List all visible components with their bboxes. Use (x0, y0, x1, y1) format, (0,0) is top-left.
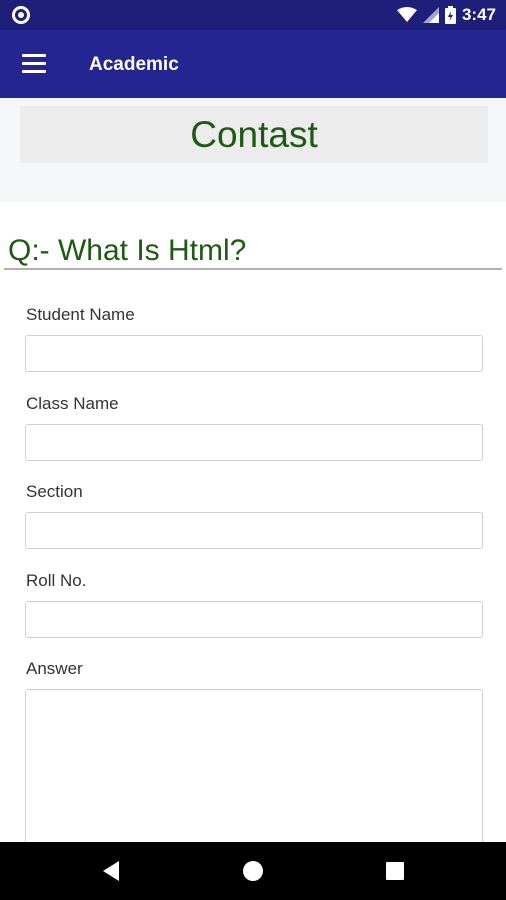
status-time: 3:47 (461, 5, 496, 24)
class-name-label: Class Name (26, 394, 119, 413)
back-icon (103, 861, 119, 881)
menu-icon[interactable] (22, 54, 46, 74)
section-label: Section (26, 482, 83, 501)
notification-icon (12, 6, 30, 24)
contest-title: Contast (190, 113, 318, 155)
divider (4, 268, 502, 270)
question-heading: Q:- What Is Html? (8, 234, 247, 267)
roll-no-label: Roll No. (26, 571, 87, 590)
student-name-input[interactable] (25, 335, 483, 372)
status-bar: 3:47 (0, 0, 506, 30)
home-icon (243, 861, 263, 881)
back-button[interactable] (71, 842, 151, 900)
answer-label: Answer (26, 659, 83, 678)
system-nav-bar (0, 842, 506, 900)
battery-icon (444, 6, 456, 24)
class-name-input[interactable] (25, 424, 483, 461)
section-input[interactable] (25, 512, 483, 549)
status-icons: 3:47 (396, 4, 496, 26)
header-area: Contast (0, 98, 506, 202)
recents-icon (386, 862, 404, 880)
wifi-icon (396, 7, 417, 22)
app-title: Academic (89, 54, 179, 75)
answer-textarea[interactable] (25, 689, 483, 859)
recents-button[interactable] (355, 842, 435, 900)
home-button[interactable] (213, 842, 293, 900)
app-bar: Academic (0, 30, 506, 98)
signal-icon (422, 7, 439, 23)
contest-banner: Contast (20, 106, 488, 163)
student-name-label: Student Name (26, 305, 135, 324)
roll-no-input[interactable] (25, 601, 483, 638)
